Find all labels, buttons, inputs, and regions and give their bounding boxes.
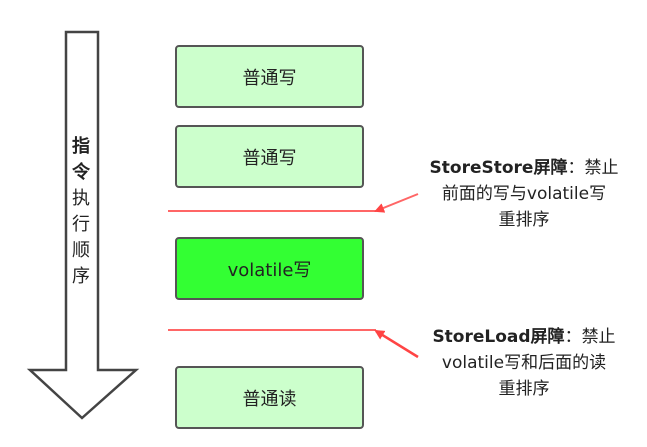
separator: ： — [564, 327, 582, 347]
separator: ： — [567, 158, 585, 178]
storestore-note-line3: 重排序 — [498, 210, 550, 230]
storestore-note: StoreStore屏障：禁止 前面的写与volatile写 重排序 — [404, 155, 644, 233]
storestore-title: StoreStore屏障 — [429, 158, 568, 178]
storeload-note: StoreLoad屏障：禁止 volatile写和后面的读 重排序 — [404, 324, 644, 402]
note-text: 禁止 — [581, 327, 616, 347]
storeload-title: StoreLoad屏障 — [432, 327, 565, 347]
storestore-note-line1: StoreStore屏障：禁止 — [404, 155, 644, 181]
storeload-note-line1: StoreLoad屏障：禁止 — [404, 324, 644, 350]
storeload-note-line2: volatile写和后面的读 — [441, 353, 607, 373]
note-text: 禁止 — [584, 158, 619, 178]
storeload-note-line3: 重排序 — [498, 379, 550, 399]
storestore-note-line2: 前面的写与volatile写 — [441, 184, 607, 204]
